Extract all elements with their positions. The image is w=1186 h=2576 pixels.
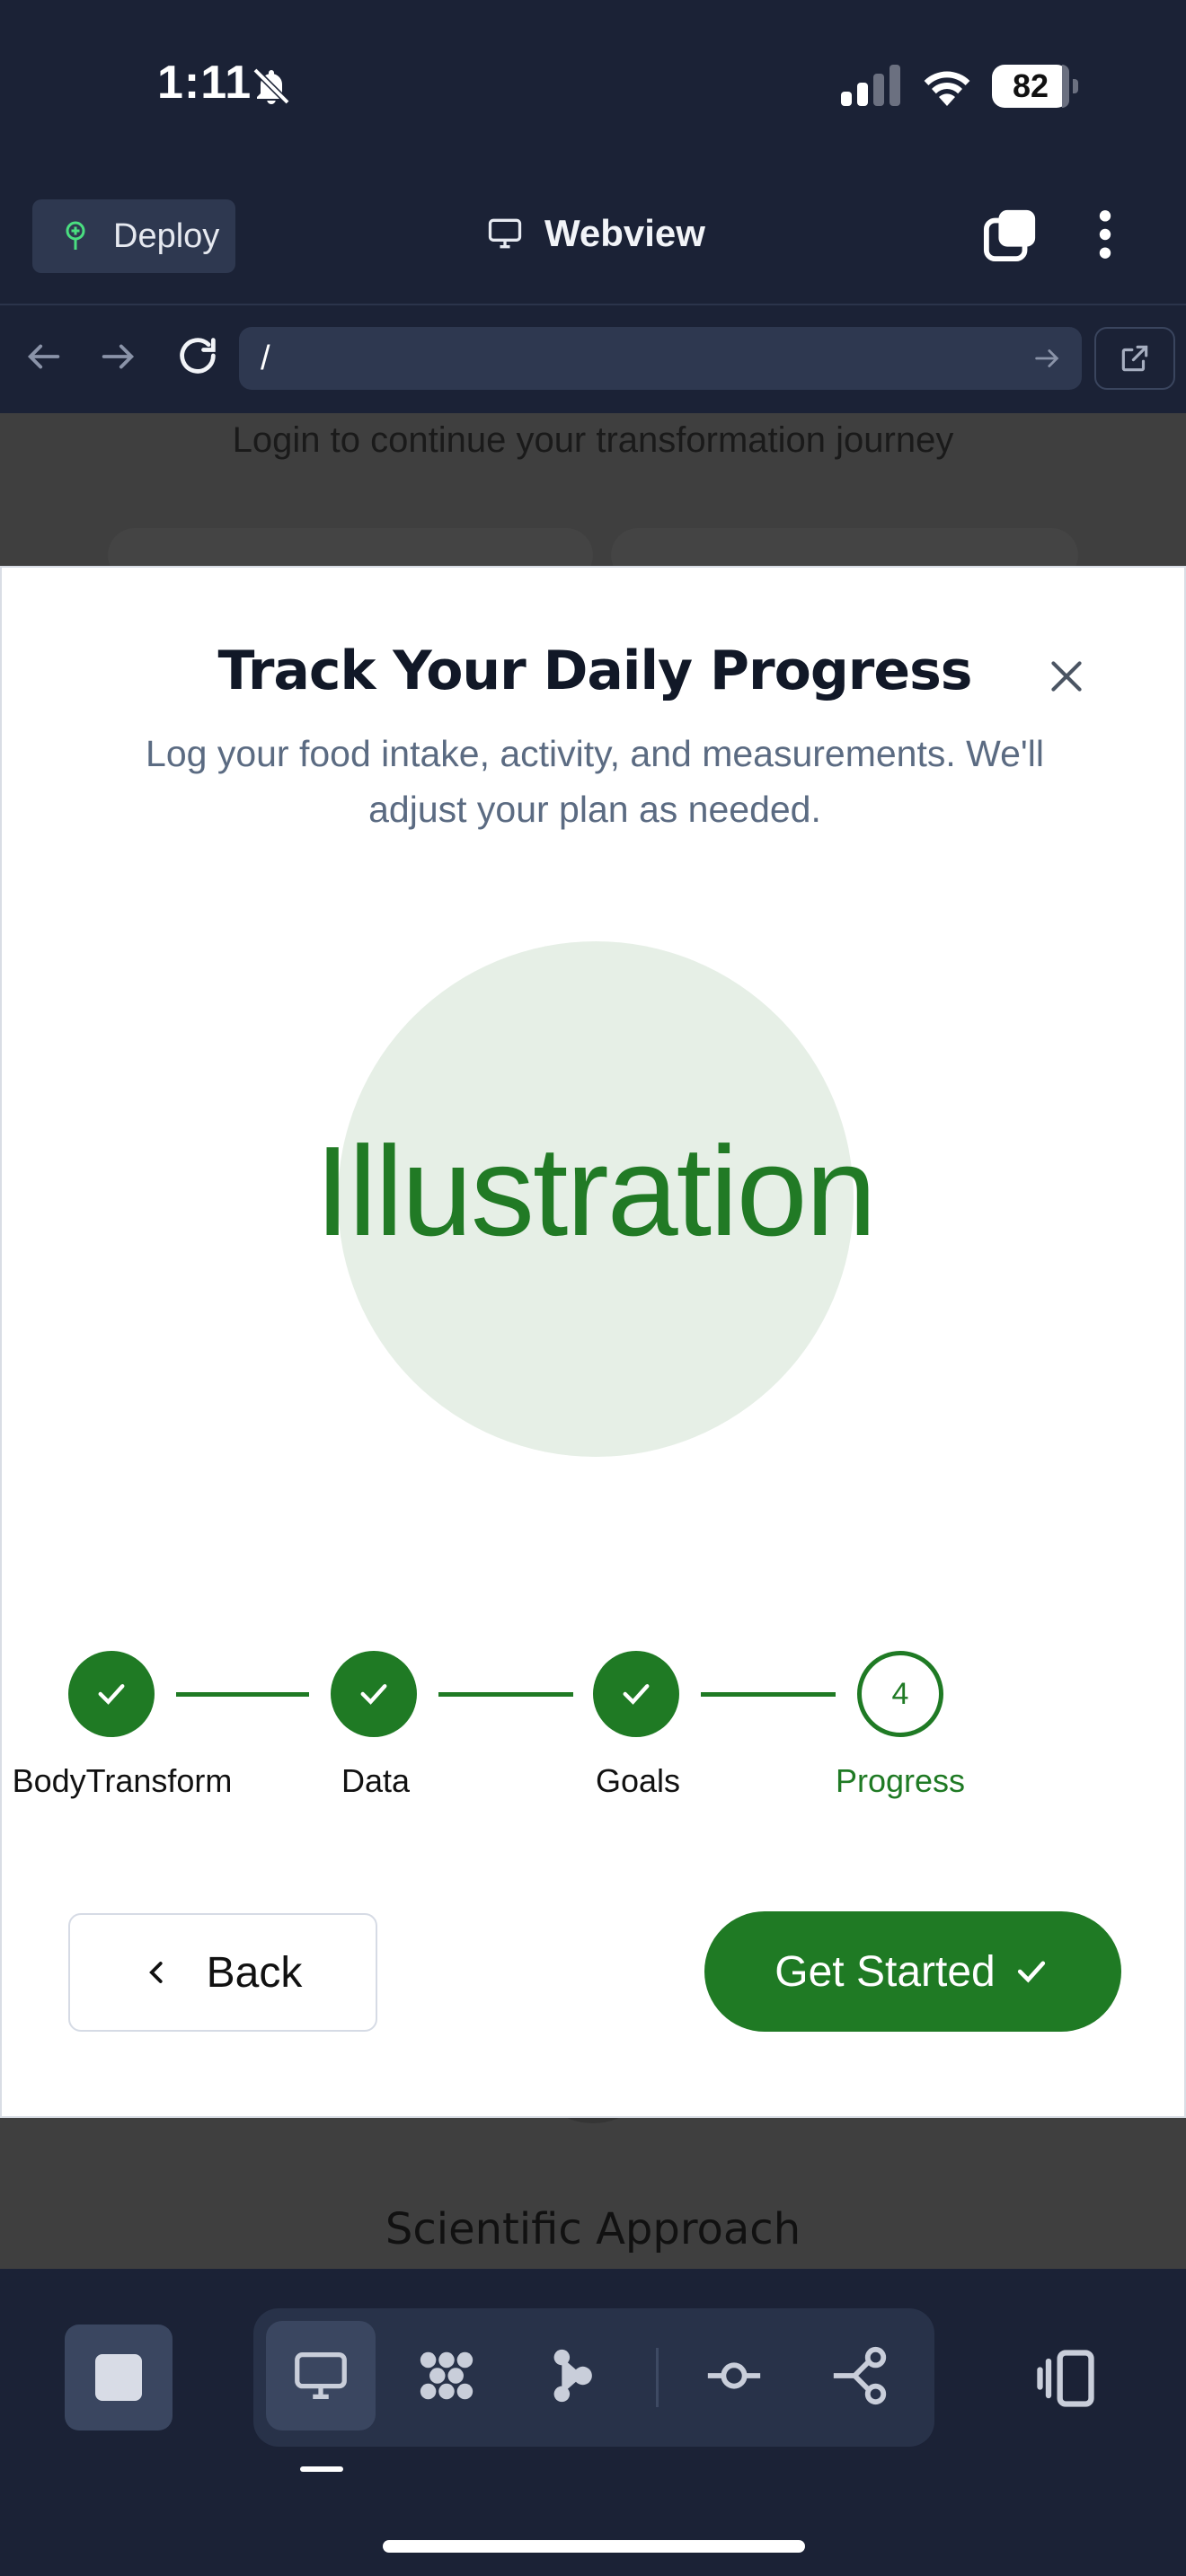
- step-label-goals: Goals: [595, 1762, 681, 1799]
- tool-divider: [656, 2348, 659, 2407]
- check-icon: [1017, 1961, 1045, 1983]
- progress-stepper: 4 BodyTransform Data Goals Progress: [2, 1651, 1186, 1799]
- step-4-current: 4: [857, 1651, 943, 1737]
- tabs-icon[interactable]: [983, 207, 1039, 262]
- check-icon: [98, 1684, 125, 1705]
- back-label: Back: [206, 1948, 303, 1997]
- deploy-label: Deploy: [113, 216, 220, 255]
- more-vertical-icon[interactable]: [1087, 207, 1123, 262]
- status-time: 1:11: [157, 57, 252, 109]
- webview-title[interactable]: Webview: [485, 212, 705, 255]
- deploy-button[interactable]: Deploy: [32, 199, 235, 273]
- step-3-check: [593, 1651, 679, 1737]
- step-label-progress: Progress: [835, 1762, 966, 1799]
- monitor-icon: [295, 2352, 347, 2399]
- arrow-left-icon[interactable]: [23, 336, 65, 377]
- close-icon[interactable]: [1044, 654, 1089, 699]
- check-icon: [360, 1684, 387, 1705]
- deploy-icon: [66, 221, 85, 250]
- tool-webview[interactable]: [266, 2321, 376, 2430]
- step-1-check: [68, 1651, 155, 1737]
- stop-button[interactable]: [65, 2325, 173, 2430]
- active-tool-indicator: [300, 2466, 343, 2472]
- tool-assistant[interactable]: [518, 2321, 627, 2430]
- external-link-icon: [1121, 345, 1148, 372]
- step-2-check: [331, 1651, 417, 1737]
- arrow-right-icon[interactable]: [97, 336, 138, 377]
- illustration-placeholder: Illustration: [314, 1120, 876, 1263]
- bell-off-icon: [252, 67, 290, 105]
- git-commit-icon: [707, 2362, 761, 2389]
- chevron-left-icon: [148, 1962, 163, 1983]
- step-label-bodytransform: BodyTransform: [12, 1762, 233, 1799]
- step-connector: [438, 1692, 573, 1697]
- background-section-title: Scientific Approach: [385, 2204, 801, 2254]
- modal-subtitle: Log your food intake, activity, and meas…: [146, 733, 1044, 830]
- step-number: 4: [891, 1676, 909, 1711]
- status-bar: 1:11 82: [0, 0, 1186, 180]
- modal-title: Track Your Daily Progress: [217, 640, 973, 702]
- get-started-label: Get Started: [774, 1947, 996, 1996]
- tool-agent[interactable]: [392, 2321, 501, 2430]
- signal-icon: [841, 65, 900, 106]
- git-branch-icon: [833, 2346, 887, 2405]
- battery-level: 82: [1012, 67, 1049, 104]
- tool-group: [253, 2308, 934, 2447]
- background-login-subtitle: Login to continue your transformation jo…: [232, 420, 954, 460]
- assistant-icon: [553, 2349, 592, 2403]
- wifi-icon: [924, 71, 970, 106]
- bottom-toolbar: [0, 2269, 1186, 2576]
- check-icon: [623, 1684, 650, 1705]
- onboarding-modal: Track Your Daily Progress Log your food …: [0, 566, 1186, 2118]
- stop-icon: [95, 2354, 142, 2401]
- reload-icon[interactable]: [174, 332, 221, 379]
- step-label-data: Data: [341, 1762, 411, 1799]
- agent-icon: [420, 2351, 474, 2400]
- monitor-icon: [488, 218, 522, 249]
- open-external-button[interactable]: [1094, 327, 1175, 390]
- step-connector: [176, 1692, 309, 1697]
- url-go-arrow-icon[interactable]: [1031, 343, 1062, 374]
- home-indicator: [383, 2540, 805, 2553]
- back-button[interactable]: Back: [68, 1913, 377, 2032]
- battery-icon: 82: [992, 65, 1078, 108]
- split-panel-icon[interactable]: [1031, 2344, 1100, 2413]
- step-connector: [701, 1692, 836, 1697]
- webview-label: Webview: [544, 212, 705, 254]
- url-toolbar: [0, 307, 1186, 413]
- url-input[interactable]: [239, 327, 1082, 390]
- get-started-button[interactable]: Get Started: [704, 1911, 1121, 2032]
- tool-branch[interactable]: [805, 2321, 915, 2430]
- app-header: Deploy Webview: [0, 180, 1186, 305]
- tool-commit[interactable]: [679, 2321, 789, 2430]
